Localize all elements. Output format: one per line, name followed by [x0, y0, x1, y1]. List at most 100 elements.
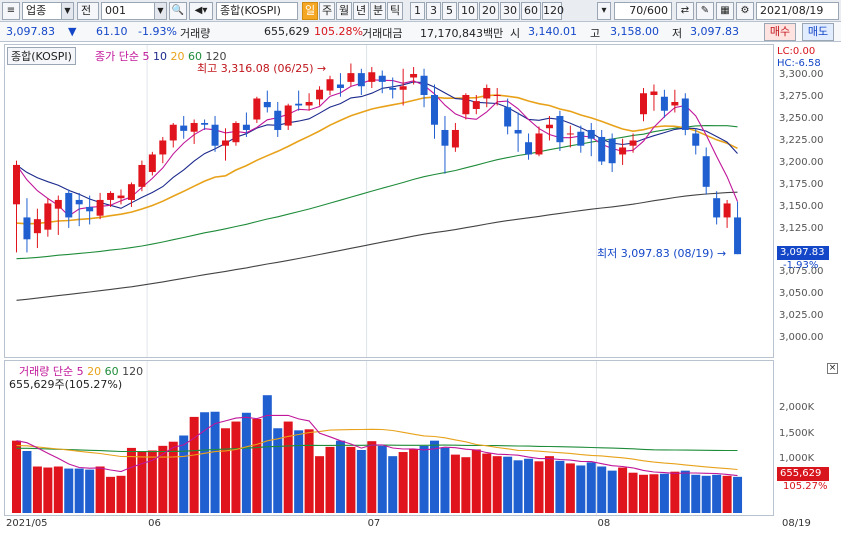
volume-bar	[356, 449, 366, 513]
price-chart-pane[interactable]: 종합(KOSPI) 종가 단순 5 10 20 60 120 최고 3,316.…	[4, 44, 774, 358]
interval-button-120[interactable]: 120	[542, 2, 564, 20]
x-axis-label: 07	[367, 518, 381, 529]
interval-button-3[interactable]: 3	[426, 2, 441, 20]
volume-bar	[32, 466, 42, 513]
volume-bar	[252, 418, 262, 513]
candle-body	[305, 101, 313, 106]
candle-body	[660, 96, 668, 111]
volume-bar	[649, 474, 659, 513]
stats-icon[interactable]: ▦	[716, 2, 734, 20]
amount-label: 거래대금	[362, 27, 403, 40]
volume-bar	[628, 472, 638, 513]
candle-body	[54, 199, 62, 209]
price-legend-period-10[interactable]: 10	[149, 50, 167, 63]
volume-axis[interactable]: × 2,000K 1,500K 1,000K 655,629 105.27%	[775, 360, 841, 516]
last-price-pct: -1.93%	[783, 260, 819, 271]
price-tick-label: 3,000.00	[779, 331, 824, 343]
candle-body	[650, 91, 658, 95]
volume-bar	[106, 476, 116, 513]
candle-body	[368, 72, 376, 82]
candle-body	[431, 94, 438, 125]
volume-bar	[691, 474, 701, 513]
volume-sub-legend-text: 655,629주(105.27%)	[9, 378, 123, 391]
amount-value: 17,170,843백만	[420, 27, 504, 40]
volume-tick-label: 2,000K	[779, 401, 815, 413]
price-legend-period-20[interactable]: 20	[167, 50, 184, 63]
volume-bar	[576, 465, 586, 513]
interval-button-10[interactable]: 10	[458, 2, 478, 20]
interval-button-1[interactable]: 1	[410, 2, 425, 20]
volume-ma-line-20	[16, 428, 738, 471]
price-axis[interactable]: LC:0.00 HC:-6.58 3,300.00 3,275.00 3,250.0…	[775, 44, 841, 358]
price-chart	[13, 45, 742, 357]
volume-tick-label: 1,000K	[779, 453, 815, 465]
low-value: 3,097.83	[690, 25, 739, 38]
price-legend-title: 종가 단순	[95, 50, 139, 63]
link-icon[interactable]: ⇄	[676, 2, 694, 20]
period-button-0[interactable]: 일	[302, 2, 318, 20]
close-icon[interactable]: ×	[827, 363, 838, 374]
volume-bar	[492, 456, 502, 513]
buy-button[interactable]: 매수	[764, 23, 796, 41]
candle-body	[180, 125, 188, 131]
candle-body	[462, 94, 470, 115]
right-arrow-icon: →	[717, 247, 727, 260]
period-button-5[interactable]: 틱	[387, 2, 403, 20]
candle-body	[692, 133, 700, 146]
period-select[interactable]: 전	[77, 2, 99, 20]
search-icon[interactable]: 🔍	[169, 2, 187, 20]
index-name-text: 종합(KOSPI)	[220, 4, 281, 17]
interval-button-5[interactable]: 5	[442, 2, 457, 20]
date-field[interactable]: 2021/08/19	[756, 2, 839, 20]
chevron-down-icon[interactable]: ▾	[597, 2, 611, 20]
volume-bar	[544, 456, 554, 513]
period-button-3[interactable]: 년	[353, 2, 369, 20]
volume-bar	[53, 466, 63, 513]
candle-body	[723, 203, 731, 218]
candle-body	[148, 154, 156, 172]
menu-icon[interactable]: ≡	[2, 2, 20, 20]
price-tick-label: 3,250.00	[779, 113, 824, 125]
chevron-down-icon[interactable]: ▼	[154, 3, 166, 19]
candle-body	[702, 156, 710, 187]
interval-button-30[interactable]: 30	[500, 2, 520, 20]
volume-ma-line-60	[16, 444, 738, 453]
period-button-2[interactable]: 월	[336, 2, 352, 20]
draw-tool-icon[interactable]: ✎	[696, 2, 714, 20]
candle-body	[44, 203, 52, 230]
candle-body	[274, 110, 282, 130]
volume-bar	[221, 428, 230, 513]
period-button-4[interactable]: 분	[370, 2, 386, 20]
hc-label: HC:-6.58	[777, 58, 821, 69]
interval-button-20[interactable]: 20	[479, 2, 499, 20]
last-volume-pct: 105.27%	[783, 481, 828, 492]
count-total: /600	[643, 4, 668, 17]
volume-bar	[43, 467, 53, 513]
volume-ma-line-5	[16, 414, 738, 477]
price-tick-label: 3,050.00	[779, 288, 824, 300]
index-name-box-text: 종합(KOSPI)	[11, 50, 72, 63]
candle-body	[410, 73, 418, 78]
high-value: 3,158.00	[610, 25, 659, 38]
volume-bar	[524, 458, 534, 513]
volume-bar	[450, 454, 460, 513]
sell-button[interactable]: 매도	[802, 23, 834, 41]
chevron-down-icon[interactable]: ▼	[61, 3, 73, 19]
volume-bar	[231, 421, 241, 513]
low-annotation: 최저 3,097.83 (08/19) →	[597, 245, 726, 261]
index-name-box[interactable]: 종합(KOSPI)	[7, 47, 76, 65]
candle-body	[75, 199, 83, 205]
candle-body	[253, 98, 261, 120]
price-tick-label: 3,200.00	[779, 156, 824, 168]
volume-legend-period-120[interactable]: 120	[119, 365, 143, 378]
candle-body	[483, 87, 491, 99]
count-field[interactable]: 70/600	[614, 2, 672, 20]
interval-button-60[interactable]: 60	[521, 2, 541, 20]
speaker-icon[interactable]: ◀▾	[189, 2, 213, 20]
volume-chart-pane[interactable]: 거래량 단순 5 20 60 120 655,629주(105.27%) ×	[4, 360, 838, 516]
volume-bar	[95, 466, 105, 513]
high-annotation: 최고 3,316.08 (06/25) →	[197, 60, 326, 76]
gear-icon[interactable]: ⚙	[736, 2, 754, 20]
period-button-1[interactable]: 주	[319, 2, 335, 20]
down-arrow-icon: ▼	[68, 25, 77, 38]
